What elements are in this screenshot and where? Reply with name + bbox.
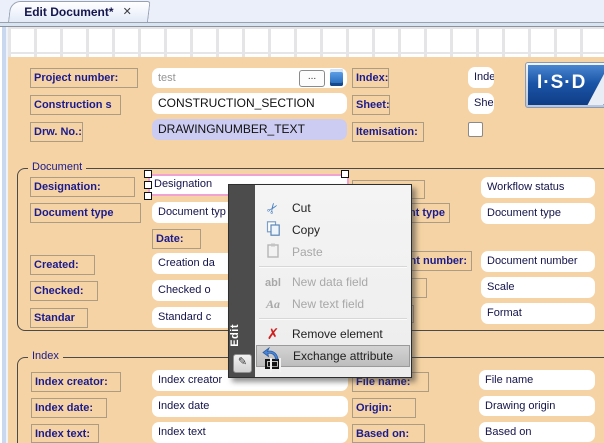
workflow-status-field[interactable]: Workflow status <box>481 177 595 198</box>
origin-field[interactable]: Drawing origin <box>479 396 595 416</box>
itemisation-checkbox[interactable] <box>468 122 483 137</box>
document-group-title: Document <box>28 161 86 173</box>
menu-separator <box>259 318 407 320</box>
pencil-icon[interactable]: ✎ <box>233 354 252 373</box>
menu-item-remove-element[interactable]: ✗ Remove element <box>256 323 410 345</box>
left-panel-edge <box>0 27 8 443</box>
drawing-number-label: Drw. No.: <box>30 122 83 142</box>
standard-label: Standar <box>30 308 88 328</box>
isd-logo-text: I·S·D <box>537 72 586 94</box>
document-type-right-field[interactable]: Document type <box>481 203 595 224</box>
scissors-icon: ✂ <box>263 198 284 217</box>
text-field-icon: Aa <box>266 297 280 311</box>
file-name-field[interactable]: File name <box>479 370 595 390</box>
origin-label: Origin: <box>352 398 416 418</box>
context-menu-edit-strip: Edit ✎ <box>229 185 255 377</box>
checked-label: Checked: <box>30 281 98 301</box>
form-editor-window: Edit Document* ✕ Project number: test ..… <box>0 0 604 443</box>
scale-field[interactable]: Scale <box>481 277 595 298</box>
sheet-field[interactable]: She <box>468 93 494 114</box>
browse-button[interactable]: ... <box>299 70 325 87</box>
project-number-label: Project number: <box>30 68 138 88</box>
index-date-label: Index date: <box>31 398 107 418</box>
index-creator-label: Index creator: <box>31 372 121 392</box>
itemisation-label: Itemisation: <box>352 122 424 142</box>
drawing-number-field[interactable]: DRAWINGNUMBER_TEXT <box>152 119 347 140</box>
selection-handle-top-left[interactable] <box>144 170 152 178</box>
project-number-field[interactable]: test ... <box>152 68 347 88</box>
menu-item-new-text-field[interactable]: Aa New text field <box>256 293 410 315</box>
menu-item-exchange-attribute[interactable]: Exchange attribute <box>256 345 410 367</box>
document-number-field[interactable]: Document number <box>481 251 595 272</box>
context-menu: Edit ✎ ✂ Cut Copy Paste abl <box>228 184 412 378</box>
index-field[interactable]: Inde <box>468 67 494 88</box>
database-icon[interactable] <box>330 69 343 86</box>
menu-item-cut[interactable]: ✂ Cut <box>256 197 410 219</box>
index-group-title: Index <box>28 350 63 362</box>
menu-separator <box>259 266 407 268</box>
tab-title: Edit Document* <box>24 5 113 19</box>
close-icon[interactable]: ✕ <box>123 5 132 18</box>
menu-item-copy[interactable]: Copy <box>256 219 410 241</box>
logo-swoosh-shape <box>585 65 604 105</box>
document-type-left-label: Document type <box>30 203 141 223</box>
tab-edit-document[interactable]: Edit Document* ✕ <box>8 1 148 22</box>
index-text-label: Index text: <box>31 424 99 443</box>
index-date-field[interactable]: Index date <box>152 396 348 417</box>
selection-handle-mid-left[interactable] <box>144 181 152 189</box>
index-label: Index: <box>352 68 389 88</box>
selection-handle-bottom-left[interactable] <box>144 192 152 200</box>
menu-item-paste[interactable]: Paste <box>256 241 410 263</box>
selection-handle-top-right[interactable] <box>341 170 349 178</box>
construction-section-label: Construction s <box>30 95 121 115</box>
menu-item-new-data-field[interactable]: abl New data field <box>256 271 410 293</box>
copy-icon <box>263 221 283 239</box>
based-on-label: Based on: <box>352 424 425 443</box>
format-field[interactable]: Format <box>481 303 595 324</box>
clipboard-icon <box>263 243 283 261</box>
date-label: Date: <box>152 229 201 249</box>
isd-logo: I·S·D <box>525 62 604 108</box>
index-text-field[interactable]: Index text <box>152 422 348 443</box>
construction-section-field[interactable]: CONSTRUCTION_SECTION <box>152 93 347 114</box>
sheet-label: Sheet: <box>352 95 390 115</box>
remove-x-icon: ✗ <box>267 326 280 343</box>
based-on-field[interactable]: Based on <box>479 422 595 442</box>
data-field-icon: abl <box>265 277 281 289</box>
created-label: Created: <box>30 255 95 275</box>
edit-strip-label: Edit <box>229 324 255 349</box>
designation-label: Designation: <box>30 177 135 197</box>
